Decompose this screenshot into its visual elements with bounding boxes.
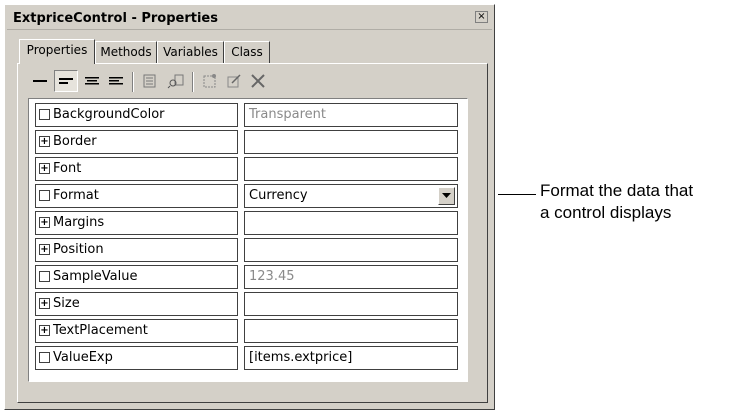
callout-line	[498, 194, 536, 195]
property-name-cell[interactable]: BackgroundColor	[35, 103, 238, 127]
property-value-field[interactable]	[244, 211, 458, 235]
close-button[interactable]: ×	[475, 11, 488, 23]
align-left-icon[interactable]	[54, 70, 78, 92]
property-name-cell[interactable]: + Size	[35, 292, 238, 316]
property-value: 123.45	[249, 269, 295, 284]
property-value-field[interactable]	[244, 319, 458, 343]
property-name-cell[interactable]: + Position	[35, 238, 238, 262]
property-row: + Size	[35, 292, 461, 316]
property-name-cell[interactable]: Format	[35, 184, 238, 208]
property-value-field[interactable]	[244, 292, 458, 316]
property-name-cell[interactable]: SampleValue	[35, 265, 238, 289]
property-value: Currency	[249, 188, 308, 203]
close-icon: ×	[477, 11, 486, 22]
property-row: Format Currency	[35, 184, 461, 208]
toolbar-separator	[132, 72, 134, 92]
callout-line-1: Format the data that	[540, 181, 694, 200]
property-name-cell[interactable]: + Margins	[35, 211, 238, 235]
property-value-field[interactable]	[244, 157, 458, 181]
dropdown-button[interactable]	[438, 187, 455, 205]
property-name-cell[interactable]: + TextPlacement	[35, 319, 238, 343]
find-icon[interactable]	[164, 70, 188, 92]
checkbox-icon[interactable]	[39, 109, 50, 120]
property-value-field[interactable]	[244, 238, 458, 262]
property-row: + TextPlacement	[35, 319, 461, 343]
toolbar-separator	[192, 72, 194, 92]
callout-line-2: a control displays	[540, 203, 672, 222]
property-label: Position	[53, 242, 104, 257]
delete-icon[interactable]	[246, 70, 270, 92]
checkbox-icon[interactable]	[39, 352, 50, 363]
property-row: BackgroundColor Transparent	[35, 103, 461, 127]
tab-variables[interactable]: Variables	[157, 41, 224, 63]
expand-icon[interactable]: +	[39, 217, 50, 228]
property-value-field[interactable]: Transparent	[244, 103, 458, 127]
checkbox-icon[interactable]	[39, 271, 50, 282]
property-value-field[interactable]	[244, 130, 458, 154]
expand-icon[interactable]: +	[39, 325, 50, 336]
property-value-field[interactable]: 123.45	[244, 265, 458, 289]
chevron-down-icon	[442, 193, 451, 198]
edit-icon[interactable]	[222, 70, 246, 92]
property-value: [items.extprice]	[249, 350, 353, 365]
title-bar: ExtpriceControl - Properties ×	[7, 7, 492, 30]
expand-icon[interactable]: +	[39, 298, 50, 309]
property-label: TextPlacement	[53, 323, 148, 338]
tab-methods[interactable]: Methods	[95, 41, 157, 63]
property-name-cell[interactable]: + Font	[35, 157, 238, 181]
property-label: Border	[53, 134, 97, 149]
tab-properties[interactable]: Properties	[19, 39, 95, 64]
properties-window: ExtpriceControl - Properties × Propertie…	[4, 4, 495, 410]
property-name-cell[interactable]: ValueExp	[35, 346, 238, 370]
align-justify-icon[interactable]	[104, 70, 128, 92]
checkbox-icon[interactable]	[39, 190, 50, 201]
paste-icon[interactable]	[198, 70, 222, 92]
toolbar	[28, 70, 468, 94]
property-label: BackgroundColor	[53, 107, 165, 122]
property-value-field[interactable]: [items.extprice]	[244, 346, 458, 370]
align-center-icon[interactable]	[80, 70, 104, 92]
properties-panel: BackgroundColor Transparent + Border + F…	[17, 63, 488, 403]
sort-icon[interactable]	[138, 70, 162, 92]
property-label: Margins	[53, 215, 105, 230]
align-none-icon[interactable]	[28, 70, 52, 92]
property-value: Transparent	[249, 107, 326, 122]
callout-annotation: Format the data that a control displays	[540, 180, 693, 224]
format-select[interactable]: Currency	[244, 184, 458, 208]
property-label: SampleValue	[53, 269, 138, 284]
expand-icon[interactable]: +	[39, 136, 50, 147]
window-title: ExtpriceControl - Properties	[13, 11, 218, 26]
property-name-cell[interactable]: + Border	[35, 130, 238, 154]
property-row: + Margins	[35, 211, 461, 235]
property-label: Format	[53, 188, 99, 203]
expand-icon[interactable]: +	[39, 163, 50, 174]
property-row: + Border	[35, 130, 461, 154]
property-label: ValueExp	[53, 350, 113, 365]
property-row: + Position	[35, 238, 461, 262]
property-row: ValueExp [items.extprice]	[35, 346, 461, 370]
expand-icon[interactable]: +	[39, 244, 50, 255]
tab-class[interactable]: Class	[224, 41, 270, 63]
property-label: Font	[53, 161, 82, 176]
property-grid: BackgroundColor Transparent + Border + F…	[28, 98, 468, 382]
property-row: SampleValue 123.45	[35, 265, 461, 289]
property-label: Size	[53, 296, 80, 311]
property-row: + Font	[35, 157, 461, 181]
